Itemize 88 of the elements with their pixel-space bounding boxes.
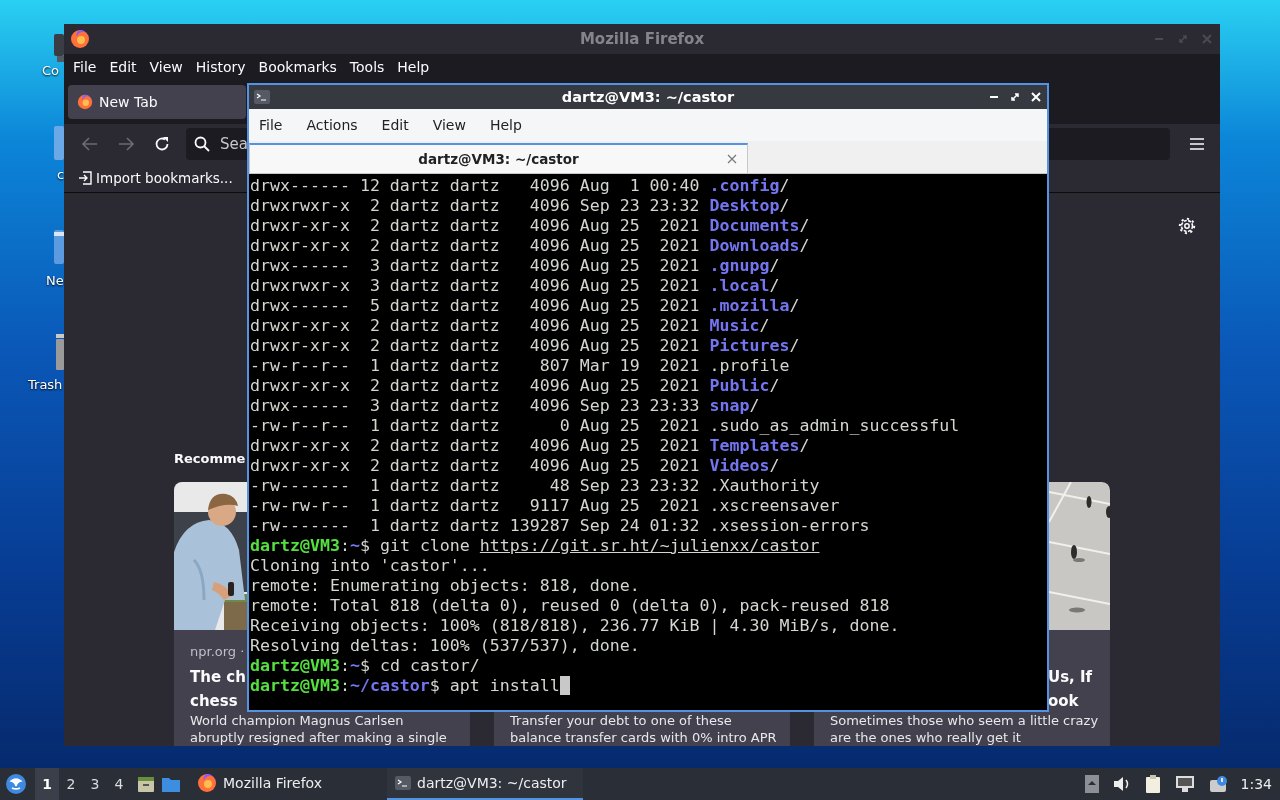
workspace-button[interactable]: 3 xyxy=(83,768,107,800)
shell-prompt: dartz@VM3:~$ xyxy=(250,536,370,555)
listing-line: -rw------- 1 dartz dartz 48 Sep 23 23:32 .Xauthority xyxy=(250,476,821,496)
window-title: dartz@VM3: ~/castor xyxy=(561,89,735,105)
command-text: apt install xyxy=(449,676,560,695)
listing-line: drwx------ 12 dartz dartz 4096 Aug 1 00:40 .config/ xyxy=(250,176,791,196)
listing-line: -rw-r--r-- 1 dartz dartz 0 Aug 25 2021 .sudo_as_admin_successful xyxy=(250,416,961,436)
browser-tab[interactable]: New Tab xyxy=(68,85,246,119)
file-cabinet-icon[interactable] xyxy=(137,775,155,793)
output-line: remote: Total 818 (delta 0), reused 0 (delta 0), pack-reused 818 xyxy=(250,596,891,616)
task-button[interactable]: Mozilla Firefox xyxy=(189,768,379,800)
menu-item[interactable]: View xyxy=(432,117,466,133)
listing-line: drwxr-xr-x 2 dartz dartz 4096 Aug 25 2021 Public/ xyxy=(250,376,781,396)
workspace-button[interactable]: 1 xyxy=(35,768,59,800)
import-icon xyxy=(78,171,92,185)
card-description: balance transfer cards with 0% intro APR xyxy=(510,729,777,746)
menu-item[interactable]: Help xyxy=(397,59,430,75)
listing-line: drwxrwxr-x 2 dartz dartz 4096 Sep 23 23:32 Desktop/ xyxy=(250,196,791,216)
menu-item[interactable]: Bookmarks xyxy=(258,59,337,75)
menu-item[interactable]: Actions xyxy=(306,117,358,133)
listing-line: drwxr-xr-x 2 dartz dartz 4096 Aug 25 2021 Music/ xyxy=(250,316,771,336)
shell-prompt: dartz@VM3:~/castor$ xyxy=(250,676,440,695)
card-description: World champion Magnus Carlsen xyxy=(190,713,404,730)
listing-line: drwxr-xr-x 2 dartz dartz 4096 Aug 25 2021 Templates/ xyxy=(250,436,811,456)
listing-line: drwx------ 3 dartz dartz 4096 Aug 25 2021 .gnupg/ xyxy=(250,256,781,276)
workspace-button[interactable]: 4 xyxy=(107,768,131,800)
search-field[interactable]: Sea xyxy=(220,135,250,153)
menu-item[interactable]: Help xyxy=(489,117,522,133)
output-line: Resolving deltas: 100% (537/537), done. xyxy=(250,636,641,656)
network-icon[interactable] xyxy=(1174,775,1195,793)
listing-line: drwx------ 5 dartz dartz 4096 Aug 25 2021 .mozilla/ xyxy=(250,296,801,316)
card-title[interactable]: chess xyxy=(190,689,238,713)
settings-icon[interactable] xyxy=(1178,217,1196,235)
notification-icon[interactable] xyxy=(1208,775,1229,793)
output-line: remote: Enumerating objects: 818, done. xyxy=(250,576,641,596)
back-arrow-icon[interactable] xyxy=(82,137,98,151)
shell-prompt: dartz@VM3:~$ xyxy=(250,656,370,675)
listing-line: drwxrwxr-x 3 dartz dartz 4096 Aug 25 2021 .local/ xyxy=(250,276,781,296)
card-description: Transfer your debt to one of these xyxy=(510,713,732,730)
command-text: git clone xyxy=(379,536,470,555)
listing-line: drwxr-xr-x 2 dartz dartz 4096 Aug 25 2021 Videos/ xyxy=(250,456,781,476)
desktop-icon-label[interactable]: Ne xyxy=(46,272,64,290)
clock[interactable]: 1:34 xyxy=(1240,776,1272,792)
menu-item[interactable]: History xyxy=(195,59,246,75)
workspace-button[interactable]: 2 xyxy=(59,768,83,800)
menu-item[interactable]: Edit xyxy=(381,117,409,133)
clipboard-icon[interactable] xyxy=(1144,774,1161,794)
bookmark-item[interactable]: Import bookmarks... xyxy=(78,170,233,186)
desktop-icon-label[interactable]: Trash xyxy=(28,376,63,394)
card-title[interactable]: Us, If xyxy=(1048,665,1093,689)
terminal-icon xyxy=(395,776,411,790)
card-title[interactable]: The ch xyxy=(190,665,246,689)
menu-item[interactable]: View xyxy=(149,59,183,75)
url-link[interactable]: https://git.sr.ht/~julienxx/castor xyxy=(479,536,820,555)
speaker-icon[interactable] xyxy=(1112,776,1131,792)
card-title[interactable]: ook xyxy=(1048,689,1079,713)
menu-item[interactable]: File xyxy=(73,59,97,75)
listing-line: drwx------ 3 dartz dartz 4096 Sep 23 23:33 snap/ xyxy=(250,396,761,416)
listing-line: drwxr-xr-x 2 dartz dartz 4096 Aug 25 2021 Downloads/ xyxy=(250,236,811,256)
browser-icon xyxy=(70,29,90,49)
terminal-icon xyxy=(254,90,270,104)
browser-icon xyxy=(197,773,217,793)
listing-line: -rw------- 1 dartz dartz 139287 Sep 24 01:32 .xsession-errors xyxy=(250,516,871,536)
task-button[interactable]: dartz@VM3: ~/castor xyxy=(387,768,583,800)
section-heading: Recomme xyxy=(174,450,246,468)
listing-line: drwxr-xr-x 2 dartz dartz 4096 Aug 25 2021 Pictures/ xyxy=(250,336,801,356)
terminal-tab[interactable]: dartz@VM3: ~/castor xyxy=(249,143,748,173)
listing-line: -rw-rw-r-- 1 dartz dartz 9117 Aug 25 2021 .xscreensaver xyxy=(250,496,841,516)
menu-item[interactable]: Edit xyxy=(109,59,137,75)
menu-item[interactable]: Tools xyxy=(349,59,385,75)
command-text: cd castor/ xyxy=(379,656,480,675)
desktop-icon-label[interactable]: c xyxy=(57,166,65,184)
listing-line: -rw-r--r-- 1 dartz dartz 807 Mar 19 2021 .profile xyxy=(250,356,791,376)
listing-line: drwxr-xr-x 2 dartz dartz 4096 Aug 25 2021 Documents/ xyxy=(250,216,811,236)
window-title: Mozilla Firefox xyxy=(579,30,705,48)
browser-icon xyxy=(77,94,93,110)
start-icon[interactable] xyxy=(5,773,27,795)
card-description: abruptly resigned after making a single xyxy=(190,729,447,746)
menu-item[interactable]: File xyxy=(259,117,283,133)
search-icon xyxy=(194,136,210,152)
menu-icon[interactable] xyxy=(1190,138,1204,150)
reload-icon[interactable] xyxy=(154,136,170,152)
output-line: Cloning into 'castor'... xyxy=(250,556,491,576)
forward-arrow-icon[interactable] xyxy=(118,137,134,151)
output-line: Receiving objects: 100% (818/818), 236.77 KiB | 4.30 MiB/s, done. xyxy=(250,616,901,636)
source-text: npr.org · xyxy=(190,643,245,661)
card-description: Sometimes those who seem a little crazy xyxy=(830,713,1099,730)
card-description: are the ones who really get it xyxy=(830,729,1021,746)
